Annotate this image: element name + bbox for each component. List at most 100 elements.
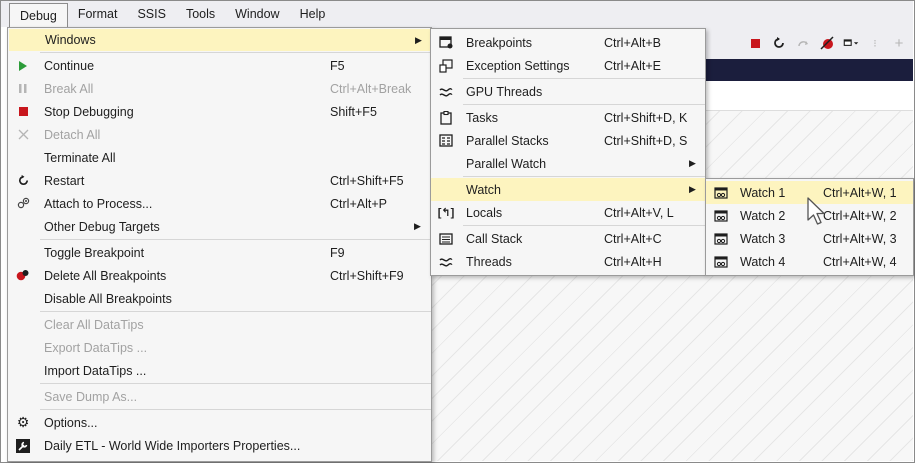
windows-item-breakpoints[interactable]: Breakpoints Ctrl+Alt+B	[431, 31, 705, 54]
windows-item-parallel-stacks[interactable]: Parallel Stacks Ctrl+Shift+D, S	[431, 129, 705, 152]
menu-separator	[40, 311, 431, 312]
debug-item-terminate-all[interactable]: Terminate All	[8, 146, 431, 169]
menu-item-label: Disable All Breakpoints	[44, 291, 172, 306]
menu-item-label: Watch	[466, 182, 501, 197]
menu-item-shortcut: Ctrl+Alt+W, 4	[823, 254, 897, 269]
menu-item-shortcut: Ctrl+Alt+B	[604, 35, 661, 50]
menu-item-label: Watch 4	[740, 254, 786, 269]
no-breakpoint-icon[interactable]	[819, 35, 835, 51]
menu-tools[interactable]: Tools	[176, 3, 225, 25]
step-icon[interactable]	[795, 35, 811, 51]
menu-help[interactable]: Help	[290, 3, 336, 25]
debug-item-break-all[interactable]: Break All Ctrl+Alt+Break	[8, 77, 431, 100]
debug-item-save-dump-as[interactable]: Save Dump As...	[8, 385, 431, 408]
menu-item-label: Export DataTips ...	[44, 340, 148, 355]
debug-item-clear-all-datatips[interactable]: Clear All DataTips	[8, 313, 431, 336]
menu-item-label: Watch 3	[740, 231, 786, 246]
windows-item-parallel-watch[interactable]: Parallel Watch ▶	[431, 152, 705, 175]
menu-item-label: Locals	[466, 205, 503, 220]
debug-item-attach-to-process[interactable]: Attach to Process... Ctrl+Alt+P	[8, 192, 431, 215]
menu-item-label: Watch 2	[740, 208, 786, 223]
watch-icon	[706, 186, 736, 199]
windows-item-threads[interactable]: Threads Ctrl+Alt+H	[431, 250, 705, 273]
windows-item-tasks[interactable]: Tasks Ctrl+Shift+D, K	[431, 106, 705, 129]
menu-item-shortcut: Ctrl+Alt+C	[604, 231, 662, 246]
menu-item-label: Toggle Breakpoint	[44, 245, 145, 260]
menu-item-label: Other Debug Targets	[44, 219, 160, 234]
windows-item-call-stack[interactable]: Call Stack Ctrl+Alt+C	[431, 227, 705, 250]
debug-item-stop-debugging[interactable]: Stop Debugging Shift+F5	[8, 100, 431, 123]
watch-item-watch-3[interactable]: Watch 3 Ctrl+Alt+W, 3	[706, 227, 913, 250]
menu-item-label: Daily ETL - World Wide Importers Propert…	[44, 438, 301, 453]
menu-item-label: Exception Settings	[466, 58, 570, 73]
debug-item-project-properties[interactable]: Daily ETL - World Wide Importers Propert…	[8, 434, 431, 457]
menu-item-shortcut: Ctrl+Alt+W, 2	[823, 208, 897, 223]
menu-ssis[interactable]: SSIS	[127, 3, 176, 25]
menu-debug[interactable]: Debug	[9, 3, 68, 28]
debug-item-restart[interactable]: Restart Ctrl+Shift+F5	[8, 169, 431, 192]
stop-icon	[8, 107, 38, 116]
debug-item-export-datatips[interactable]: Export DataTips ...	[8, 336, 431, 359]
windows-item-gpu-threads[interactable]: GPU Threads	[431, 80, 705, 103]
menu-item-label: Break All	[44, 81, 94, 96]
debug-item-disable-all-breakpoints[interactable]: Disable All Breakpoints	[8, 287, 431, 310]
menu-item-label: Parallel Watch	[466, 156, 547, 171]
menu-item-label: Attach to Process...	[44, 196, 153, 211]
menu-item-shortcut: Ctrl+Alt+Break	[330, 81, 412, 96]
windows-submenu: Breakpoints Ctrl+Alt+B Exception Setting…	[430, 28, 706, 276]
debug-item-delete-all-breakpoints[interactable]: Delete All Breakpoints Ctrl+Shift+F9	[8, 264, 431, 287]
menu-item-label: Save Dump As...	[44, 389, 138, 404]
submenu-arrow-icon: ▶	[414, 221, 421, 231]
menu-item-shortcut: Ctrl+Alt+V, L	[604, 205, 674, 220]
windows-item-locals[interactable]: [↰] Locals Ctrl+Alt+V, L	[431, 201, 705, 224]
menu-separator	[463, 78, 705, 79]
restart-icon[interactable]	[771, 35, 787, 51]
menu-item-label: Delete All Breakpoints	[44, 268, 167, 283]
debug-item-toggle-breakpoint[interactable]: Toggle Breakpoint F9	[8, 241, 431, 264]
tasks-icon	[431, 110, 461, 125]
menu-item-label: Options...	[44, 415, 98, 430]
menu-item-label: Breakpoints	[466, 35, 533, 50]
menu-item-shortcut: Ctrl+Shift+D, K	[604, 110, 688, 125]
window-dropdown-icon[interactable]	[843, 35, 859, 51]
menu-item-shortcut: F9	[330, 245, 345, 260]
menu-item-label: Windows	[45, 33, 96, 47]
debug-item-import-datatips[interactable]: Import DataTips ...	[8, 359, 431, 382]
delete-breakpoints-icon	[8, 269, 38, 282]
wrench-icon	[8, 438, 38, 453]
menu-item-shortcut: Ctrl+Shift+F5	[330, 173, 404, 188]
menu-item-label: Watch 1	[740, 185, 786, 200]
debug-menu: Windows ▶ Continue F5 Break All Ctrl+Alt…	[7, 27, 432, 462]
windows-item-exception-settings[interactable]: Exception Settings Ctrl+Alt+E	[431, 54, 705, 77]
menu-item-label: Terminate All	[44, 150, 116, 165]
stop-icon[interactable]	[747, 35, 763, 51]
menu-separator	[463, 104, 705, 105]
menu-item-shortcut: Ctrl+Alt+W, 3	[823, 231, 897, 246]
toolbar-overflow-icon[interactable]: ⁝	[867, 35, 883, 51]
gpu-threads-icon	[431, 87, 461, 97]
debug-item-detach-all[interactable]: Detach All	[8, 123, 431, 146]
watch-item-watch-4[interactable]: Watch 4 Ctrl+Alt+W, 4	[706, 250, 913, 273]
restart-icon	[8, 174, 38, 187]
add-icon[interactable]: +	[891, 35, 907, 52]
debug-item-windows[interactable]: Windows ▶	[9, 29, 430, 51]
menu-item-shortcut: Ctrl+Shift+D, S	[604, 133, 688, 148]
debug-item-other-debug-targets[interactable]: Other Debug Targets ▶	[8, 215, 431, 238]
menu-window[interactable]: Window	[225, 3, 289, 25]
menu-format[interactable]: Format	[68, 3, 128, 25]
menu-item-label: Stop Debugging	[44, 104, 134, 119]
menu-item-label: Detach All	[44, 127, 101, 142]
debug-item-continue[interactable]: Continue F5	[8, 54, 431, 77]
mouse-cursor-icon	[807, 197, 825, 225]
watch-icon	[706, 232, 736, 245]
gear-icon: ⚙	[16, 414, 30, 430]
menu-item-shortcut: Ctrl+Alt+E	[604, 58, 661, 73]
menu-separator	[40, 383, 431, 384]
watch-icon	[706, 209, 736, 222]
watch-icon	[706, 255, 736, 268]
debug-item-options[interactable]: ⚙ Options...	[8, 411, 431, 434]
parallel-stacks-icon	[431, 134, 461, 147]
windows-item-watch[interactable]: Watch ▶	[431, 178, 705, 201]
submenu-arrow-icon: ▶	[415, 34, 422, 45]
menu-item-label: GPU Threads	[466, 84, 543, 99]
